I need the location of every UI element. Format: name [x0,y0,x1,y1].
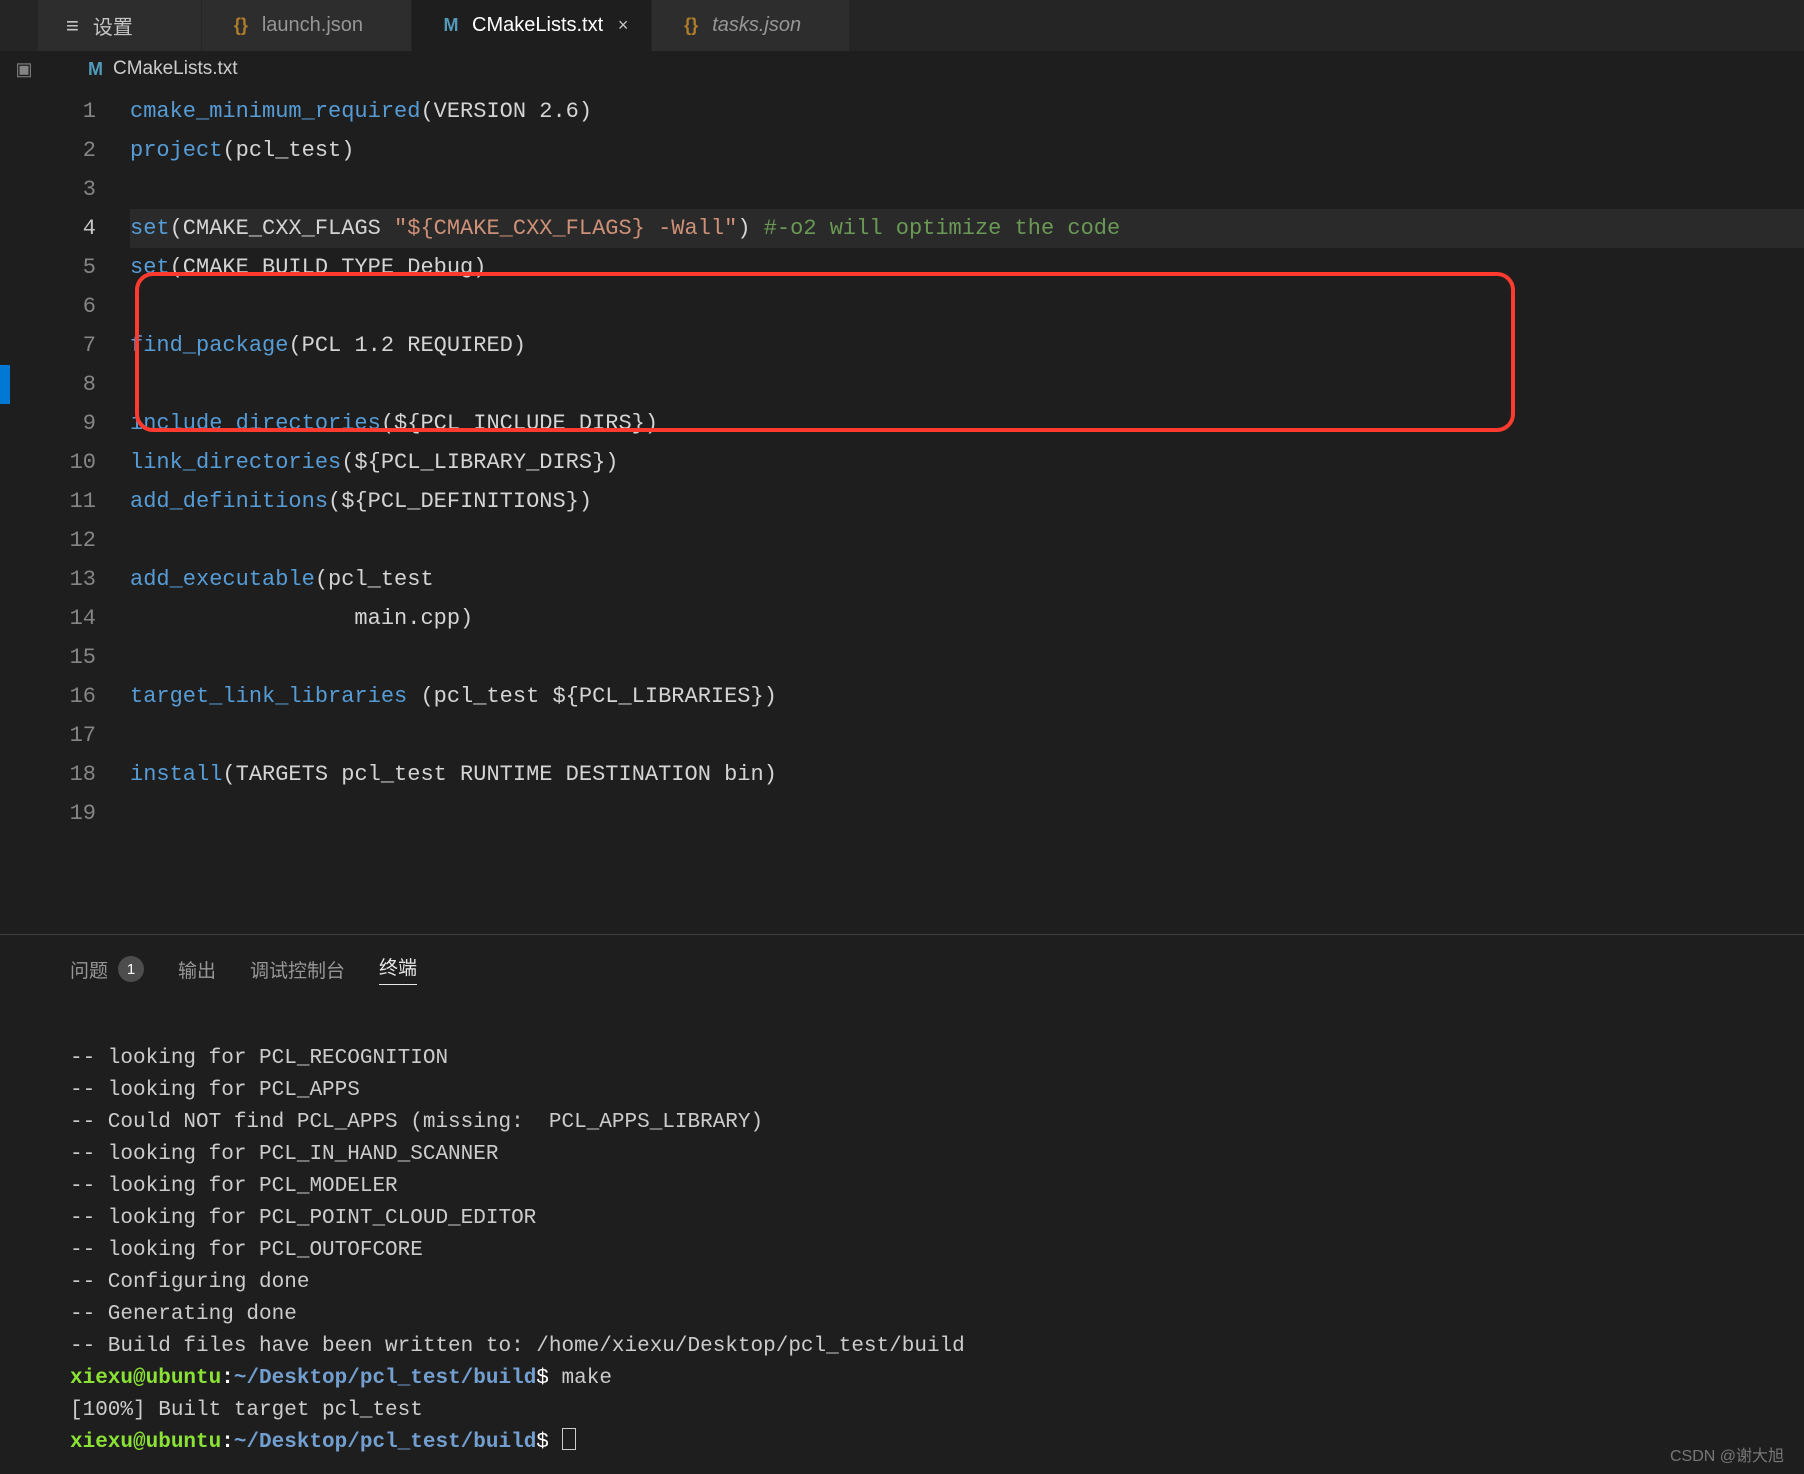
layout-icon[interactable]: ▣ [10,59,38,80]
tab-launch-json[interactable]: {} launch.json [202,0,412,51]
editor[interactable]: 1 2 3 4 5 6 7 8 9 10 11 12 13 14 15 16 1… [0,86,1804,934]
terminal-output[interactable]: -- looking for PCL_RECOGNITION -- lookin… [0,993,1804,1474]
problems-count-badge: 1 [118,956,144,982]
terminal-cursor [562,1428,576,1450]
tab-cmakelists[interactable]: M CMakeLists.txt × [412,0,652,51]
cmake-icon: M [88,59,103,80]
panel-tabs: 问题 1 输出 调试控制台 终端 [0,935,1804,993]
line-gutter: 1 2 3 4 5 6 7 8 9 10 11 12 13 14 15 16 1… [30,86,130,934]
panel-tab-debug-console[interactable]: 调试控制台 [250,956,345,983]
panel-tab-output[interactable]: 输出 [178,956,216,983]
tab-label: launch.json [262,14,363,37]
cmake-icon: M [440,15,462,36]
tab-tasks-json[interactable]: {} tasks.json [652,0,850,51]
json-icon: {} [680,15,702,36]
code-area[interactable]: cmake_minimum_required(VERSION 2.6) proj… [130,86,1804,934]
panel-tab-problems[interactable]: 问题 1 [70,956,144,983]
bottom-panel: 问题 1 输出 调试控制台 终端 -- looking for PCL_RECO… [0,934,1804,1474]
json-icon: {} [230,15,252,36]
tab-label: tasks.json [712,14,801,37]
breadcrumb: ▣ M CMakeLists.txt [0,52,1804,86]
settings-icon: ≡ [66,13,79,39]
tab-label: CMakeLists.txt [472,14,603,37]
tab-settings[interactable]: ≡ 设置 [38,0,202,51]
tab-bar: ≡ 设置 {} launch.json M CMakeLists.txt × {… [0,0,1804,52]
watermark: CSDN @谢大旭 [1670,1442,1784,1466]
panel-tab-terminal[interactable]: 终端 [379,953,417,985]
breadcrumb-file[interactable]: CMakeLists.txt [113,58,238,80]
tab-label: 设置 [93,11,133,40]
close-icon[interactable]: × [613,15,633,36]
